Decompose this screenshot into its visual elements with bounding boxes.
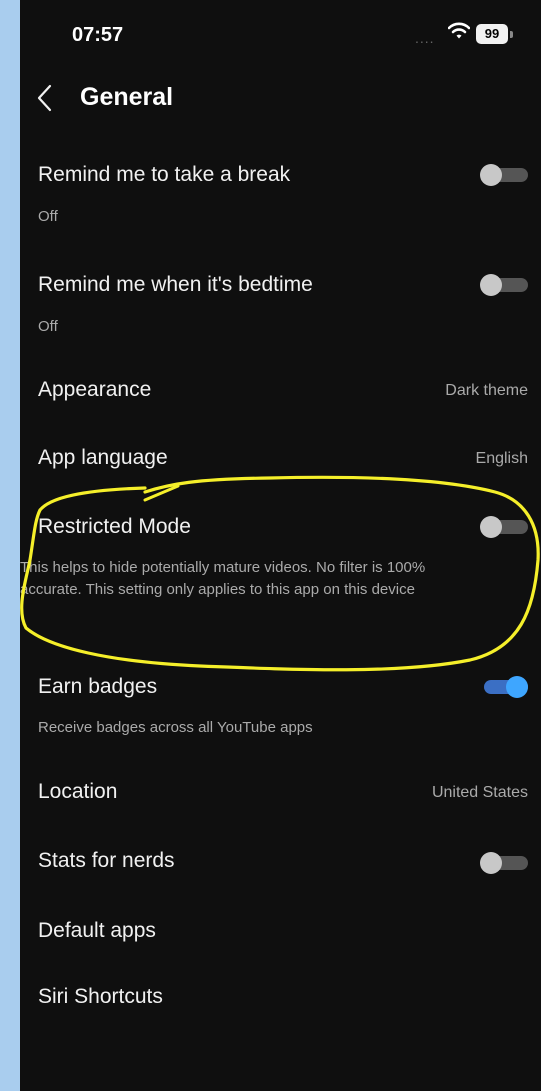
setting-take-a-break[interactable]: Remind me to take a break Off (20, 158, 541, 238)
setting-label: Earn badges (38, 675, 158, 698)
setting-label: Default apps (38, 919, 156, 942)
setting-bedtime[interactable]: Remind me when it's bedtime Off (20, 268, 541, 348)
status-bar: 07:57 .... 99 (20, 0, 541, 70)
setting-siri-shortcuts[interactable]: Siri Shortcuts (20, 982, 541, 1022)
toggle-knob (506, 676, 528, 698)
toggle-knob (480, 274, 502, 296)
battery-tip (510, 31, 513, 38)
wifi-icon (448, 22, 470, 39)
setting-subtext: Off (38, 208, 58, 225)
toggle-knob (480, 852, 502, 874)
setting-value: Dark theme (445, 382, 528, 399)
earn-badges-toggle[interactable] (480, 676, 528, 698)
restricted-mode-toggle[interactable] (480, 516, 528, 538)
stats-for-nerds-toggle[interactable] (480, 852, 528, 874)
setting-label: Siri Shortcuts (38, 985, 163, 1008)
setting-stats-for-nerds[interactable]: Stats for nerds (20, 846, 541, 886)
page-header: General (20, 70, 541, 130)
setting-appearance[interactable]: Appearance Dark theme (20, 372, 541, 412)
setting-value: United States (431, 784, 528, 801)
back-arrow-icon[interactable] (30, 80, 60, 116)
signal-icon: .... (415, 30, 435, 46)
setting-label: Appearance (38, 378, 152, 401)
setting-subtext: Off (38, 318, 58, 335)
setting-label: Stats for nerds (38, 849, 175, 872)
setting-earn-badges[interactable]: Earn badges Receive badges across all Yo… (20, 672, 541, 742)
setting-label: Location (38, 780, 118, 803)
battery-icon: 99 (476, 24, 508, 44)
setting-label: Restricted Mode (38, 515, 191, 538)
setting-restricted-mode[interactable]: Restricted Mode This helps to hide poten… (20, 510, 541, 635)
setting-location[interactable]: Location United States (20, 776, 541, 816)
setting-subtext: Receive badges across all YouTube apps (38, 719, 313, 736)
phone-screen: 07:57 .... 99 General Remind me to take … (20, 0, 541, 1091)
setting-app-language[interactable]: App language English (20, 440, 541, 480)
setting-label: Remind me to take a break (38, 163, 291, 186)
toggle-knob (480, 516, 502, 538)
setting-value: English (475, 450, 528, 467)
setting-label: Remind me when it's bedtime (38, 273, 313, 296)
setting-subtext: This helps to hide potentially mature vi… (20, 559, 426, 598)
bedtime-toggle[interactable] (480, 274, 528, 296)
setting-label: App language (38, 446, 168, 469)
status-time: 07:57 (72, 24, 124, 46)
toggle-knob (480, 164, 502, 186)
take-a-break-toggle[interactable] (480, 164, 528, 186)
setting-default-apps[interactable]: Default apps (20, 916, 541, 956)
page-title: General (80, 83, 174, 111)
